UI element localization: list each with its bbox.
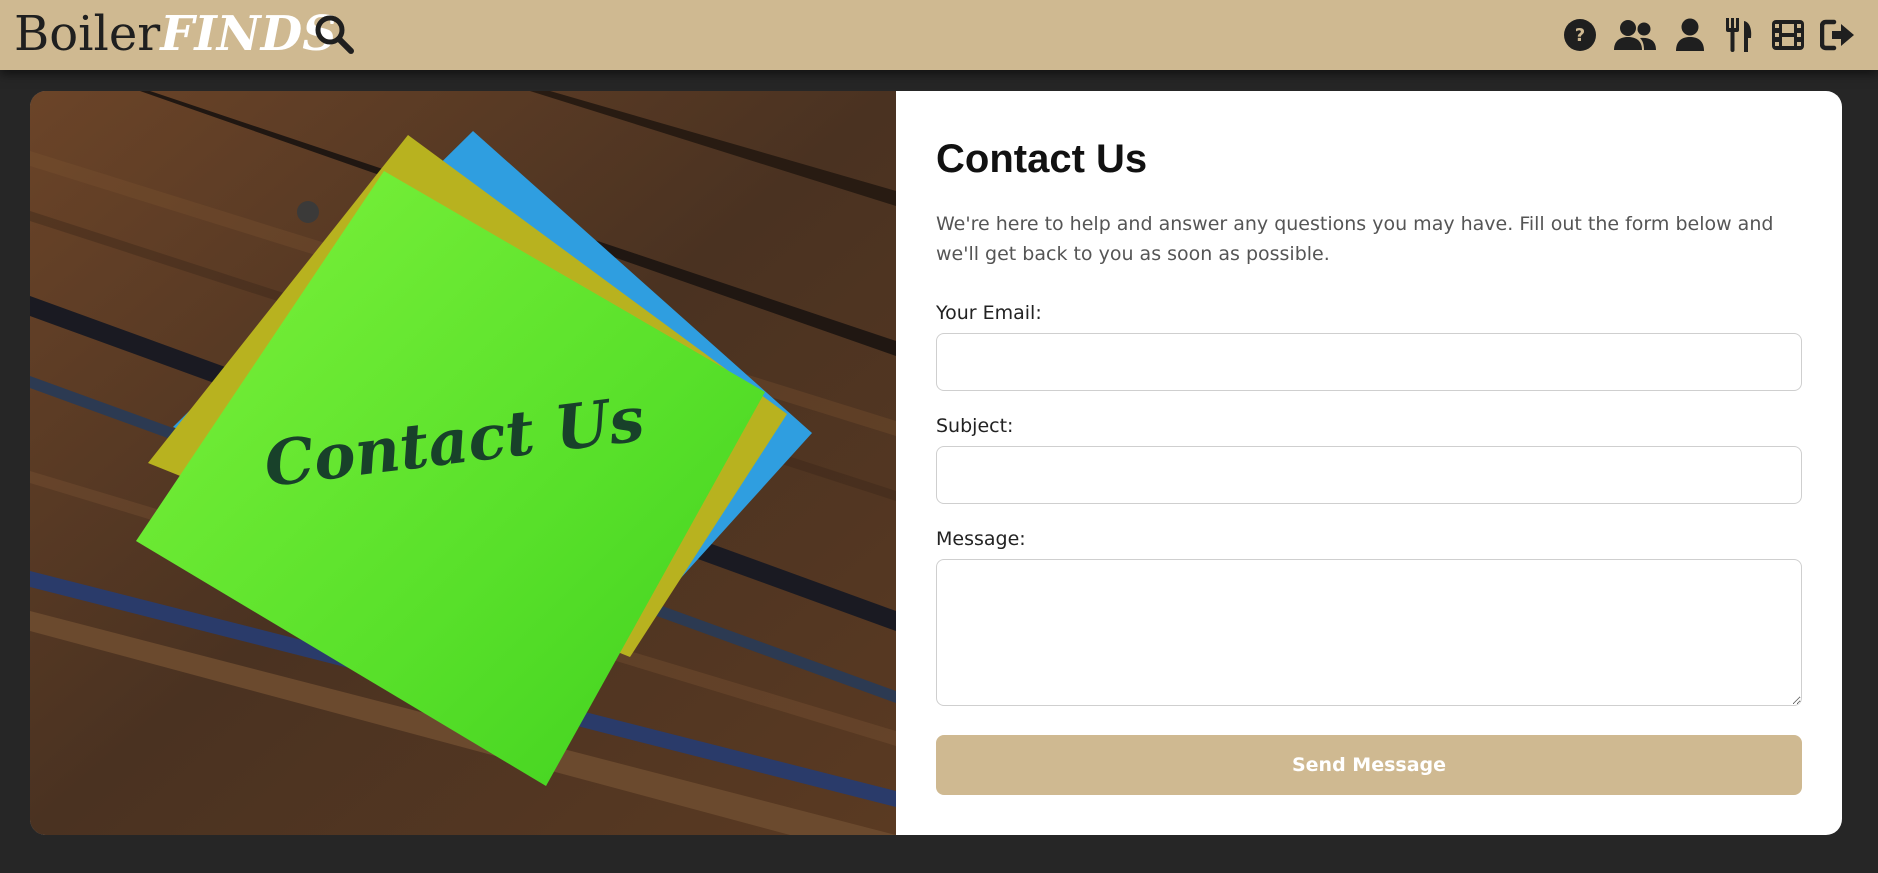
- form-description: We're here to help and answer any questi…: [936, 213, 1774, 265]
- nav-icon-group: ?: [0, 13, 1878, 57]
- user-icon: [1676, 18, 1704, 51]
- help-icon: ?: [1564, 19, 1596, 51]
- profile-button[interactable]: [1672, 13, 1708, 57]
- utensils-icon: [1726, 18, 1752, 52]
- logout-icon: [1820, 19, 1854, 51]
- dining-button[interactable]: [1722, 13, 1756, 57]
- message-textarea[interactable]: [936, 559, 1802, 706]
- help-button[interactable]: ?: [1560, 13, 1600, 57]
- email-input[interactable]: [936, 333, 1802, 391]
- contact-form-panel: Contact Us We're here to help and answer…: [896, 91, 1842, 835]
- film-icon: [1772, 20, 1804, 50]
- users-icon: [1614, 20, 1656, 50]
- sticky-notes-photo: Contact Us: [30, 91, 896, 835]
- email-field-group: Your Email:: [936, 301, 1802, 391]
- movies-button[interactable]: [1768, 13, 1808, 57]
- logout-button[interactable]: [1818, 13, 1858, 57]
- svg-text:?: ?: [1575, 25, 1585, 46]
- subject-label: Subject:: [936, 415, 1014, 437]
- send-message-button[interactable]: Send Message: [936, 735, 1802, 795]
- contact-card: Contact Us Contact Us We're here to help…: [30, 91, 1842, 835]
- subject-input[interactable]: [936, 446, 1802, 504]
- email-label: Your Email:: [936, 302, 1042, 324]
- top-navbar: BoilerFINDS ?: [0, 0, 1878, 70]
- users-button[interactable]: [1612, 13, 1658, 57]
- page-title: Contact Us: [936, 137, 1148, 181]
- subject-field-group: Subject:: [936, 414, 1802, 504]
- contact-hero-image: Contact Us: [30, 91, 896, 835]
- message-label: Message:: [936, 528, 1026, 550]
- message-field-group: Message:: [936, 527, 1802, 706]
